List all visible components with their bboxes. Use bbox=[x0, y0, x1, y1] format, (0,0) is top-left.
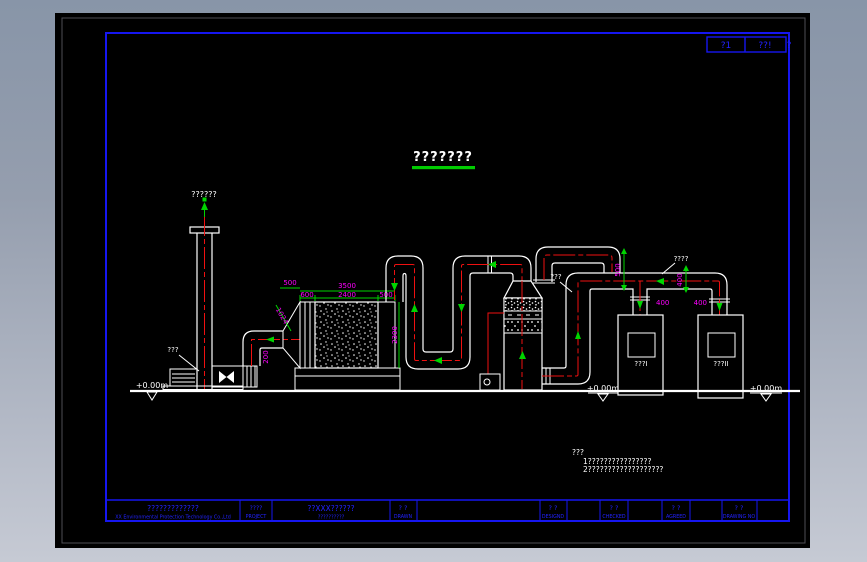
agreed-label-cn: ? ? bbox=[672, 504, 681, 512]
fan-label: ??? bbox=[167, 346, 178, 354]
unit-box-1-label: ???I bbox=[634, 360, 647, 368]
duct-label: ???? bbox=[674, 255, 689, 263]
carbon-media-fill bbox=[314, 301, 379, 369]
company-name-en: XX Environmental Protection Technology C… bbox=[115, 515, 231, 521]
legend-corner-glyph: ? bbox=[787, 41, 792, 51]
legend-cell-2: ??! bbox=[758, 41, 771, 51]
dim-3500: 3500 bbox=[338, 282, 356, 290]
title-underline bbox=[412, 166, 475, 170]
notes-header: ??? bbox=[572, 448, 584, 457]
cad-viewer-window: { "title": { "text": "???????" }, "legen… bbox=[0, 0, 867, 562]
level-mark-left: +0.00m bbox=[136, 381, 169, 390]
drawing-title: ??????? bbox=[412, 150, 475, 170]
level-mark-right: +0.00m bbox=[750, 384, 783, 393]
project-subtitle: ?????????? bbox=[318, 515, 345, 521]
dim-400-a: 400 bbox=[676, 273, 684, 286]
unit-box-2-label: ???II bbox=[713, 360, 728, 368]
drawing-no-label-en: DRAWING NO bbox=[723, 514, 755, 520]
designed-label-cn: ? ? bbox=[549, 504, 558, 512]
agreed-label-en: AGREED bbox=[666, 514, 686, 520]
dim-200: 200 bbox=[262, 350, 270, 363]
demister-band bbox=[503, 297, 543, 312]
dim-2300: 2300 bbox=[391, 326, 399, 344]
dim-400-b: 400 bbox=[656, 299, 669, 307]
level-mark-mid: +0.00m bbox=[587, 384, 620, 393]
packing-band bbox=[503, 318, 543, 334]
checked-label-en: CHECKED bbox=[602, 514, 626, 520]
page-title: ??????? bbox=[413, 150, 473, 165]
project-label-cn: ???? bbox=[250, 505, 263, 512]
project-label-en: PROJECT bbox=[246, 514, 267, 520]
notes-line-2: 2??????????????????? bbox=[583, 465, 663, 474]
drawing-no-label-cn: ? ? bbox=[735, 504, 744, 512]
dim-400-c: 400 bbox=[694, 299, 707, 307]
legend-cell-1: ?1 bbox=[721, 41, 732, 51]
project-name: ??XXX?????? bbox=[307, 504, 354, 513]
drawn-label-en: DRAWN bbox=[394, 514, 413, 520]
dim-500-drop: 500 bbox=[614, 263, 622, 276]
dim-500-left: 500 bbox=[283, 279, 296, 287]
dim-600: 600 bbox=[300, 291, 313, 299]
company-name-cn: ????????????? bbox=[147, 504, 199, 513]
checked-label-cn: ? ? bbox=[610, 504, 619, 512]
drawing-canvas: ?1 ??! ? ??????? ?????? 200 ??? +0.00m +… bbox=[55, 13, 810, 548]
designed-label-en: DESIGND bbox=[542, 514, 564, 520]
dim-2400: 2400 bbox=[338, 291, 356, 299]
stack-label: ?????? bbox=[191, 190, 216, 199]
drawn-label-cn: ? ? bbox=[399, 504, 408, 512]
